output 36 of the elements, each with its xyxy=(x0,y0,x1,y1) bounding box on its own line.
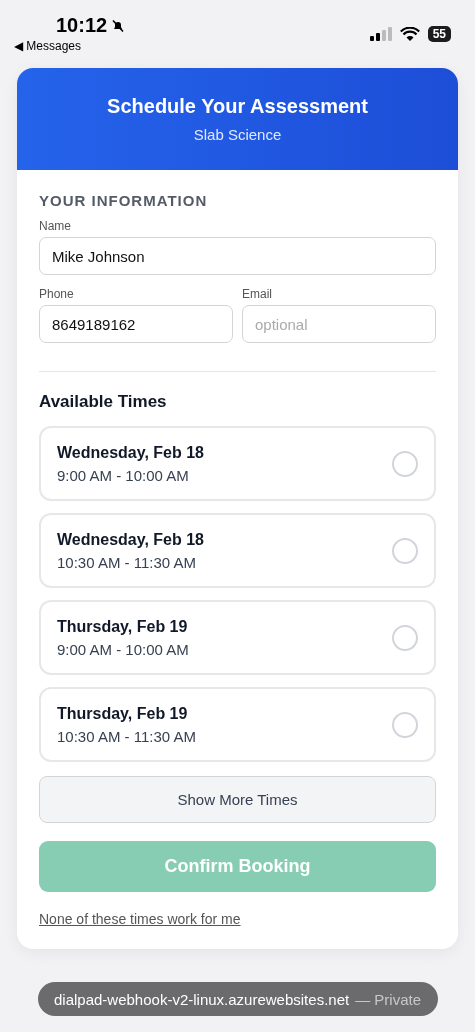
radio-button[interactable] xyxy=(392,450,418,477)
input-field[interactable]: optional xyxy=(242,305,436,343)
input-field[interactable]: Mike Johnson xyxy=(39,237,436,275)
company-name: Slab Science xyxy=(193,126,282,143)
times-heading: Available Times xyxy=(39,392,168,412)
url-bar[interactable]: dialpad-webhook-v2-linux.azurewebsites.net — Private xyxy=(37,982,438,1016)
slot-date: Thursday, Feb 19 xyxy=(57,704,189,723)
field-label: Phone xyxy=(39,287,75,301)
url-text: dialpad-webhook-v2-linux.azurewebsites.net xyxy=(54,990,350,1008)
signal-icon xyxy=(369,27,392,41)
field-label: Email xyxy=(242,287,273,301)
slot-time: 9:00 AM - 10:00 AM xyxy=(57,466,190,484)
section-heading: YOUR INFORMATION xyxy=(39,192,209,209)
show-more-button[interactable]: Show More Times xyxy=(39,776,436,823)
battery-level: 55 xyxy=(427,26,451,42)
slot-date: Wednesday, Feb 18 xyxy=(57,530,204,549)
slot-time: 10:30 AM - 11:30 AM xyxy=(57,727,196,745)
slot-date: Wednesday, Feb 18 xyxy=(57,443,204,462)
radio-button[interactable] xyxy=(392,537,418,564)
slot-time: 9:00 AM - 10:00 AM xyxy=(57,640,189,658)
clock-time: 10:12 xyxy=(56,14,126,37)
none-work-link[interactable]: None of these times work for me xyxy=(39,911,241,927)
time-slot[interactable]: Thursday, Feb 19 9:00 AM - 10:00 AM xyxy=(39,600,436,675)
slot-date: Thursday, Feb 19 xyxy=(57,617,189,636)
back-link[interactable]: ◀ Messages xyxy=(14,39,126,53)
input-field[interactable]: 8649189162 xyxy=(39,305,233,343)
private-label: — Private xyxy=(355,990,421,1008)
time-slot[interactable]: Wednesday, Feb 18 9:00 AM - 10:00 AM xyxy=(39,426,436,501)
wifi-icon xyxy=(399,27,420,41)
time-slot[interactable]: Wednesday, Feb 18 10:30 AM - 11:30 AM xyxy=(39,513,436,588)
radio-button[interactable] xyxy=(392,624,418,651)
time-slot[interactable]: Thursday, Feb 19 10:30 AM - 11:30 AM xyxy=(39,687,436,762)
slot-time: 10:30 AM - 11:30 AM xyxy=(57,553,197,571)
radio-button[interactable] xyxy=(392,711,418,738)
form-title: Schedule Your Assessment xyxy=(107,95,368,118)
field-label: Name xyxy=(39,219,72,233)
